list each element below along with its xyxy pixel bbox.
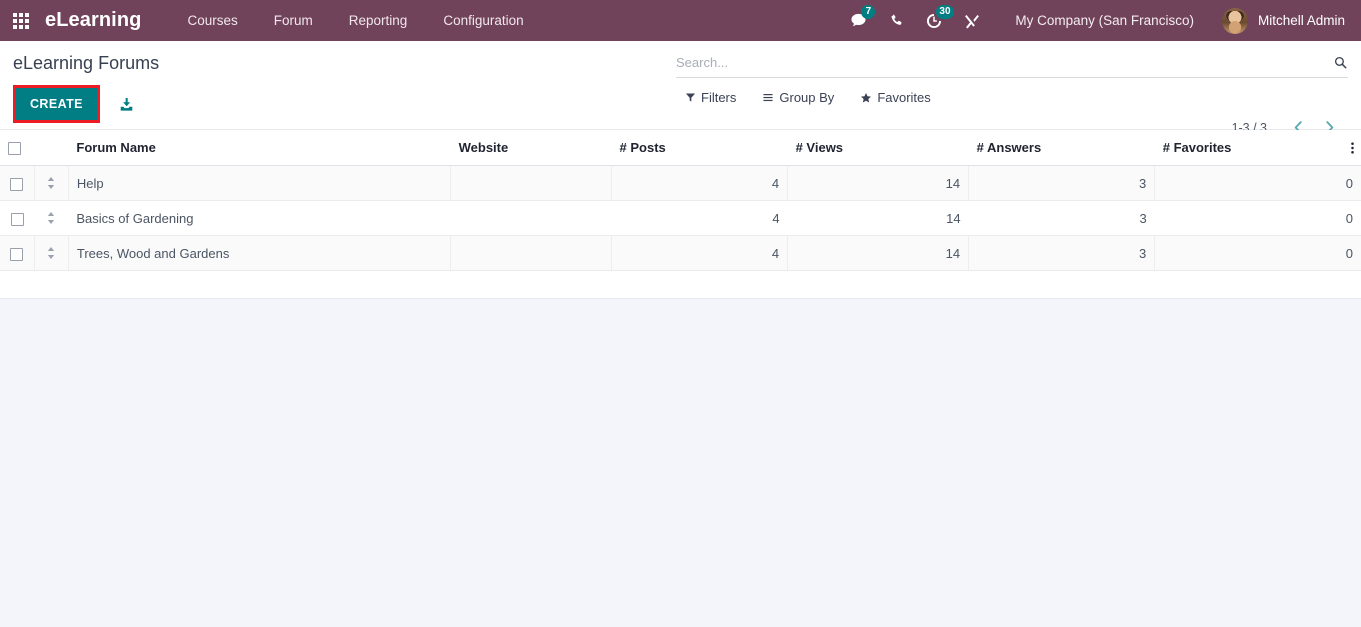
menu-item-forum[interactable]: Forum [256,0,331,41]
search-input[interactable] [676,53,1325,72]
cell-forum-name: Trees, Wood and Gardens [67,235,451,272]
column-header-website[interactable]: Website [450,130,612,167]
row-handle-cell [33,165,69,202]
empty-cell [450,270,612,300]
row-handle-cell [33,235,69,272]
row-checkbox[interactable] [10,212,24,226]
empty-cell [968,270,1155,300]
empty-cell [68,270,451,300]
table-empty-filler-row [0,270,1361,300]
search-icon[interactable] [1325,55,1348,70]
messages-badge: 7 [861,5,876,19]
group-by-label: Group By [779,90,835,105]
group-by-lines-icon [762,92,774,103]
column-header-posts[interactable]: # Posts [611,130,788,167]
menu-item-courses[interactable]: Courses [169,0,255,41]
search-bar[interactable] [676,53,1348,78]
table-row[interactable]: Trees, Wood and Gardens 4 14 3 0 [0,235,1361,272]
cell-posts: 4 [611,235,788,272]
row-select-cell [0,235,35,272]
cell-website [450,200,612,237]
main-menu: Courses Forum Reporting Configuration [169,0,541,41]
drag-handle-icon[interactable] [43,245,60,261]
user-menu[interactable]: Mitchell Admin [1208,7,1349,34]
search-facets: Filters Group By Favorites [676,90,1348,105]
create-button-highlight: CREATE [13,85,100,123]
search-area: Filters Group By Favor [676,53,1348,105]
empty-cell [787,270,969,300]
table-body: Help 4 14 3 0 Basics of Gardening 4 14 3… [0,165,1361,300]
drag-handle-icon[interactable] [42,210,60,226]
list-view: Forum Name Website # Posts # Views # Ans… [0,130,1361,300]
apps-grid-icon[interactable] [6,0,36,41]
cell-forum-name: Basics of Gardening [68,200,451,237]
column-header-favorites[interactable]: # Favorites [1154,130,1361,167]
cell-answers: 3 [968,165,1155,202]
empty-cell [1154,270,1361,300]
star-icon [860,92,872,104]
row-checkbox[interactable] [10,247,24,261]
menu-item-reporting[interactable]: Reporting [331,0,426,41]
menu-item-configuration[interactable]: Configuration [425,0,541,41]
create-button[interactable]: CREATE [16,88,97,120]
empty-cell [611,270,788,300]
handle-header [34,130,69,167]
row-handle-cell [34,200,69,237]
filter-funnel-icon [685,92,696,103]
cell-posts: 4 [611,165,788,202]
top-navbar: eLearning Courses Forum Reporting Config… [0,0,1361,41]
cell-answers: 3 [968,200,1155,237]
cell-forum-name: Help [67,165,451,202]
column-header-favorites-label: # Favorites [1162,140,1232,156]
page-title: eLearning Forums [13,53,160,73]
empty-cell [34,270,69,300]
cell-views: 14 [787,165,969,202]
table-header-row: Forum Name Website # Posts # Views # Ans… [0,130,1361,167]
column-header-views[interactable]: # Views [787,130,969,167]
control-panel-buttons: CREATE [13,85,135,123]
activities-clock-icon[interactable]: 30 [915,0,954,41]
company-switcher[interactable]: My Company (San Francisco) [991,13,1208,28]
table-row[interactable]: Help 4 14 3 0 [0,165,1361,202]
page-background [0,299,1361,627]
select-all-header [0,130,35,167]
phone-icon[interactable] [878,0,915,41]
user-name: Mitchell Admin [1257,13,1345,28]
column-header-forum-name[interactable]: Forum Name [68,130,451,167]
systray: 7 30 My Company (San Francisco) Mitchell… [839,0,1349,41]
cell-favorites: 0 [1154,165,1361,202]
cell-answers: 3 [968,235,1155,272]
cell-views: 14 [787,200,969,237]
row-checkbox[interactable] [10,177,24,191]
cell-favorites: 0 [1154,200,1361,237]
cell-website [450,165,612,202]
debug-tools-icon[interactable] [953,0,991,41]
cell-posts: 4 [611,200,788,237]
column-header-answers[interactable]: # Answers [968,130,1155,167]
filters-dropdown[interactable]: Filters [685,90,736,105]
favorites-label: Favorites [877,90,931,105]
favorites-dropdown[interactable]: Favorites [860,90,931,105]
import-download-icon[interactable] [118,96,135,113]
activities-badge: 30 [936,5,954,19]
filters-label: Filters [701,90,737,105]
table-row[interactable]: Basics of Gardening 4 14 3 0 [0,200,1361,237]
table-header: Forum Name Website # Posts # Views # Ans… [0,130,1361,167]
app-brand-title[interactable]: eLearning [45,9,141,32]
cell-favorites: 0 [1154,235,1361,272]
row-select-cell [0,165,35,202]
select-all-checkbox[interactable] [8,142,21,156]
drag-handle-icon[interactable] [43,175,60,191]
empty-cell [0,270,35,300]
column-options-dots-icon[interactable] [1348,140,1357,155]
forums-table: Forum Name Website # Posts # Views # Ans… [0,130,1361,300]
avatar [1221,7,1248,34]
cell-website [450,235,612,272]
row-select-cell [0,200,35,237]
cell-views: 14 [787,235,969,272]
messages-icon[interactable]: 7 [839,0,878,41]
control-panel: eLearning Forums CREATE Search... Filter… [0,41,1361,135]
group-by-dropdown[interactable]: Group By [762,90,834,105]
